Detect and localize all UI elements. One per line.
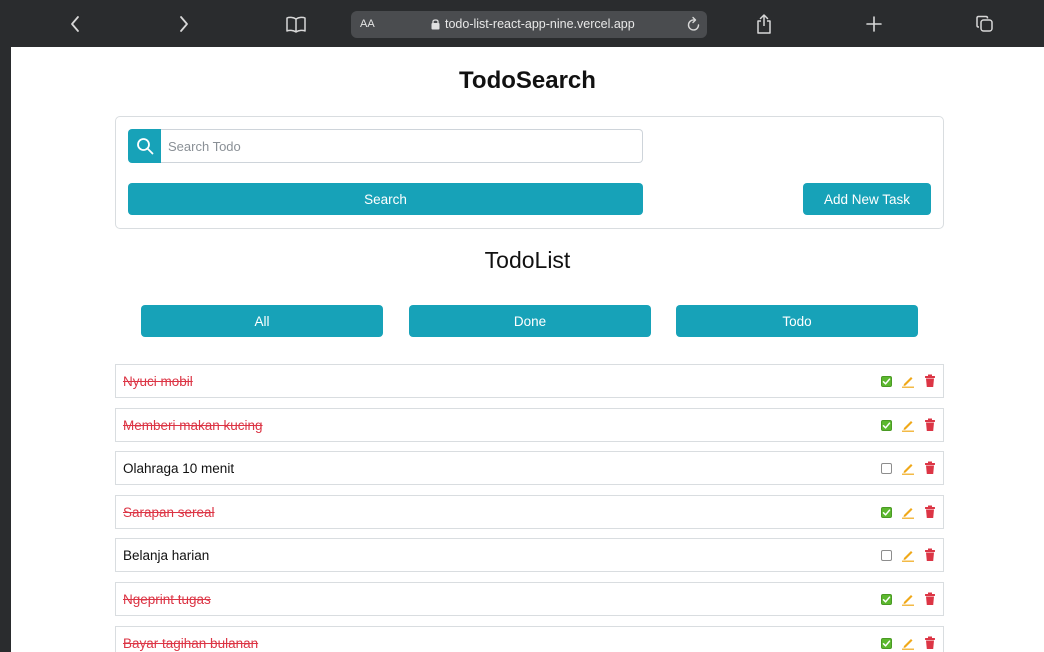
browser-toolbar: AA todo-list-react-app-nine.vercel.app bbox=[0, 0, 1044, 47]
share-icon[interactable] bbox=[752, 11, 776, 37]
edit-icon[interactable] bbox=[901, 548, 915, 562]
filter-todo-button[interactable]: Todo bbox=[676, 305, 918, 337]
done-checkbox[interactable] bbox=[881, 376, 892, 387]
done-checkbox[interactable] bbox=[881, 594, 892, 605]
edit-icon[interactable] bbox=[901, 374, 915, 388]
edit-icon[interactable] bbox=[901, 592, 915, 606]
trash-icon[interactable] bbox=[924, 505, 936, 519]
page-viewport: TodoSearch Search Add New Task TodoList … bbox=[11, 47, 1044, 652]
bookmarks-icon[interactable] bbox=[284, 11, 308, 37]
add-new-task-button[interactable]: Add New Task bbox=[803, 183, 931, 215]
new-tab-icon[interactable] bbox=[862, 11, 886, 37]
todo-row: Memberi makan kucing bbox=[115, 408, 944, 442]
reload-icon[interactable] bbox=[687, 16, 701, 32]
trash-icon[interactable] bbox=[924, 461, 936, 475]
edit-icon[interactable] bbox=[901, 461, 915, 475]
search-title: TodoSearch bbox=[459, 67, 596, 94]
todo-text: Belanja harian bbox=[123, 548, 210, 563]
edit-icon[interactable] bbox=[901, 505, 915, 519]
todo-text: Ngeprint tugas bbox=[123, 592, 211, 607]
trash-icon[interactable] bbox=[924, 592, 936, 606]
back-icon[interactable] bbox=[63, 11, 87, 37]
todo-row: Sarapan sereal bbox=[115, 495, 944, 529]
url-text: todo-list-react-app-nine.vercel.app bbox=[445, 17, 635, 31]
trash-icon[interactable] bbox=[924, 636, 936, 650]
done-checkbox[interactable] bbox=[881, 550, 892, 561]
forward-icon[interactable] bbox=[172, 11, 196, 37]
todo-row: Bayar tagihan bulanan bbox=[115, 626, 944, 652]
todo-text: Sarapan sereal bbox=[123, 505, 215, 520]
trash-icon[interactable] bbox=[924, 374, 936, 388]
search-card: Search Add New Task bbox=[115, 116, 944, 229]
done-checkbox[interactable] bbox=[881, 507, 892, 518]
search-icon bbox=[128, 129, 162, 163]
edit-icon[interactable] bbox=[901, 636, 915, 650]
todo-row: Belanja harian bbox=[115, 538, 944, 572]
todo-row: Olahraga 10 menit bbox=[115, 451, 944, 485]
filter-all-button[interactable]: All bbox=[141, 305, 383, 337]
list-title: TodoList bbox=[484, 247, 571, 273]
todo-row: Nyuci mobil bbox=[115, 364, 944, 398]
edit-icon[interactable] bbox=[901, 418, 915, 432]
trash-icon[interactable] bbox=[924, 418, 936, 432]
search-button[interactable]: Search bbox=[128, 183, 643, 215]
reader-aa-button[interactable]: AA bbox=[360, 18, 375, 30]
done-checkbox[interactable] bbox=[881, 638, 892, 649]
trash-icon[interactable] bbox=[924, 548, 936, 562]
todo-text: Nyuci mobil bbox=[123, 374, 193, 389]
done-checkbox[interactable] bbox=[881, 463, 892, 474]
filter-done-button[interactable]: Done bbox=[409, 305, 651, 337]
address-bar[interactable]: AA todo-list-react-app-nine.vercel.app bbox=[351, 11, 707, 38]
todo-text: Olahraga 10 menit bbox=[123, 461, 235, 476]
tabs-icon[interactable] bbox=[973, 11, 997, 37]
lock-icon bbox=[431, 18, 440, 30]
todo-text: Memberi makan kucing bbox=[123, 418, 263, 433]
search-input[interactable] bbox=[161, 129, 643, 163]
done-checkbox[interactable] bbox=[881, 420, 892, 431]
todo-text: Bayar tagihan bulanan bbox=[123, 636, 259, 651]
todo-row: Ngeprint tugas bbox=[115, 582, 944, 616]
